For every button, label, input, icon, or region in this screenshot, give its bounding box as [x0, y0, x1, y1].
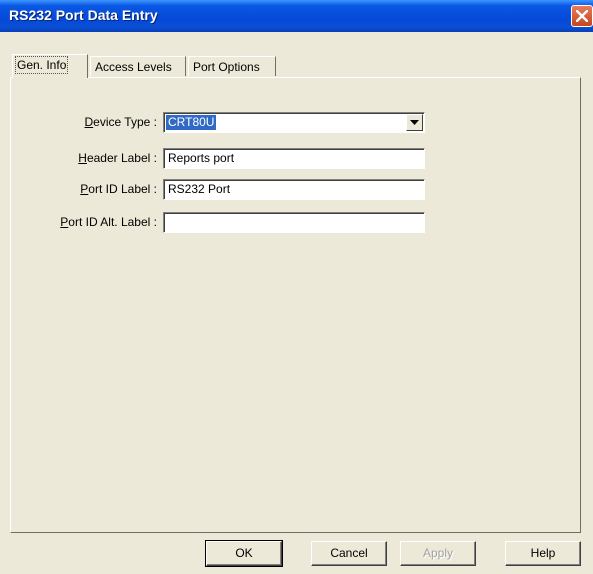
close-button[interactable]	[571, 5, 593, 27]
tab-gen-info[interactable]: Gen. Info	[12, 54, 88, 78]
port-id-label-input[interactable]: RS232 Port	[163, 179, 425, 200]
apply-button[interactable]: Apply	[400, 541, 476, 566]
device-type-value: CRT80U	[166, 115, 217, 130]
header-label-input[interactable]: Reports port	[163, 148, 425, 169]
ok-button[interactable]: OK	[205, 540, 283, 567]
cancel-button[interactable]: Cancel	[311, 541, 387, 566]
device-type-dropdown-button[interactable]	[406, 114, 423, 131]
device-type-select[interactable]: CRT80U	[163, 112, 425, 133]
port-id-alt-label-label: Port ID Alt. Label :	[60, 215, 157, 229]
port-id-alt-label-input[interactable]	[163, 212, 425, 233]
tab-gen-info-label: Gen. Info	[14, 56, 69, 74]
tab-port-options-label: Port Options	[193, 60, 260, 74]
window-title: RS232 Port Data Entry	[9, 7, 158, 23]
device-type-label: Device Type :	[84, 115, 158, 129]
close-x-icon	[576, 10, 588, 22]
tab-port-options[interactable]: Port Options	[188, 56, 276, 76]
title-bar[interactable]: RS232 Port Data Entry	[0, 0, 593, 32]
help-button[interactable]: Help	[505, 541, 581, 566]
port-id-label-label: Port ID Label :	[80, 182, 157, 196]
tab-access-levels-label: Access Levels	[95, 60, 172, 74]
chevron-down-icon	[410, 120, 419, 125]
gen-info-panel	[10, 77, 581, 533]
header-label-label: Header Label :	[78, 151, 157, 165]
tab-access-levels[interactable]: Access Levels	[90, 56, 186, 76]
tab-strip: Gen. Info Access Levels Port Options	[0, 32, 593, 82]
